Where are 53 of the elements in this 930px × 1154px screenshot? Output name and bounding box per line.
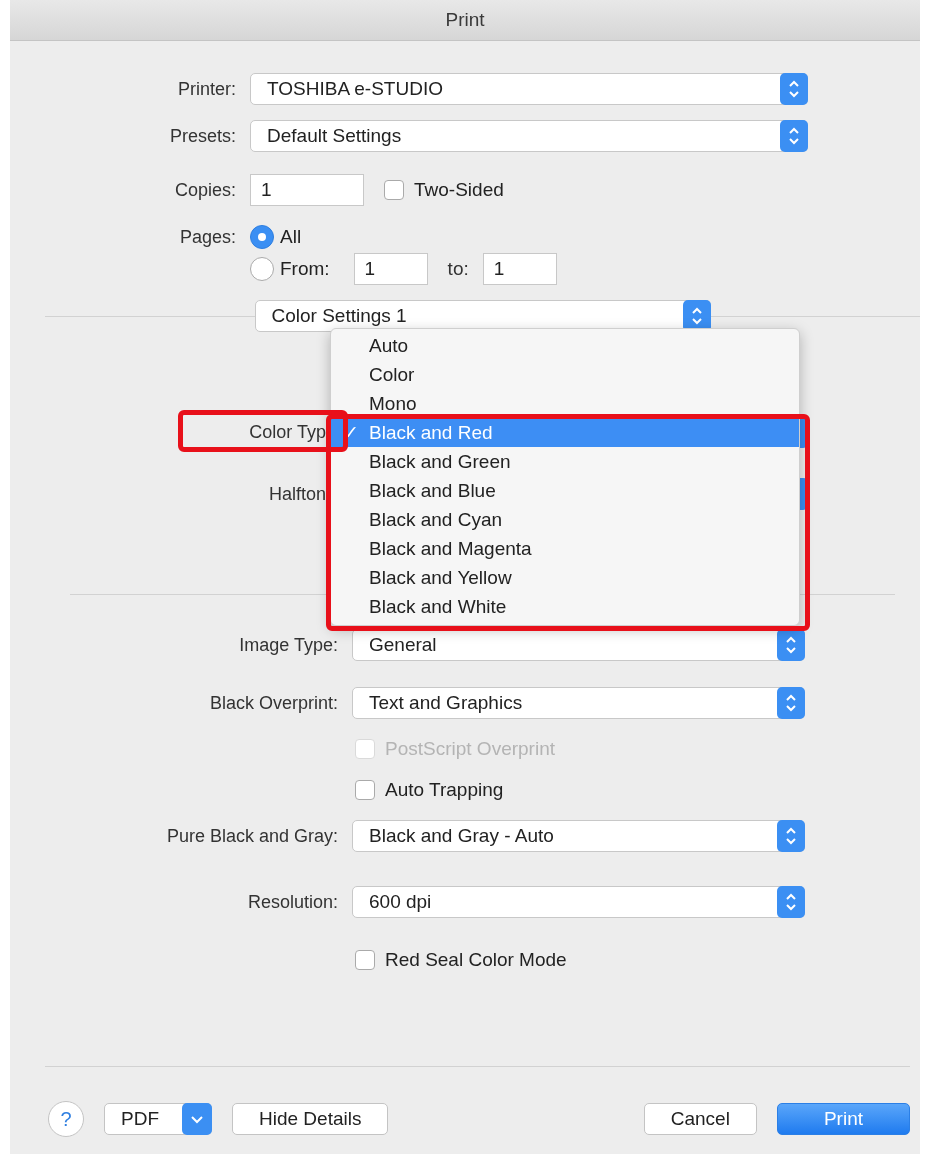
help-button[interactable]: ? [48, 1101, 84, 1137]
popup-button[interactable]: 600 dpi [352, 886, 805, 918]
dialog-button[interactable]: Hide Details [232, 1103, 389, 1135]
popup-button[interactable]: General [352, 629, 805, 661]
menu-item[interactable]: Mono [331, 389, 799, 418]
popup-button[interactable]: Color Settings 1 [254, 300, 711, 332]
checkbox[interactable] [384, 180, 404, 200]
stepper-icon [777, 687, 805, 719]
field-label: Pages: [178, 226, 237, 248]
menu-item[interactable]: Black and White [331, 592, 799, 621]
checkbox-label: PostScript Overprint [385, 738, 555, 760]
popup-button[interactable]: Default Settings [250, 120, 808, 152]
field-label: Copies: [173, 179, 237, 201]
menu-item[interactable]: Auto [331, 331, 799, 360]
checkbox[interactable] [355, 950, 375, 970]
field-label: Halfton [267, 483, 327, 505]
field-label: Pure Black and Gray: [165, 825, 339, 847]
copies-field[interactable]: 1 [250, 174, 364, 206]
from-field[interactable]: 1 [353, 253, 428, 285]
field-label: Presets: [168, 125, 237, 147]
popup-button[interactable]: TOSHIBA e-STUDIO [250, 73, 808, 105]
stepper-icon [777, 629, 805, 661]
stepper-icon [777, 886, 805, 918]
field-label: Image Type: [238, 634, 339, 656]
popup-button[interactable]: Black and Gray - Auto [352, 820, 805, 852]
stepper-icon [780, 73, 808, 105]
field-label: Color Typ [248, 421, 327, 443]
stepper-icon [777, 820, 805, 852]
menu-item[interactable]: Black and Blue [331, 476, 799, 505]
field-label: Black Overprint: [208, 692, 339, 714]
radio-label: From: [280, 258, 330, 280]
checkbox-label: Auto Trapping [385, 779, 504, 801]
field-label: Printer: [176, 78, 237, 100]
field-label: to: [447, 258, 469, 280]
checkbox-label: Two-Sided [414, 179, 504, 201]
caret-icon [182, 1103, 212, 1135]
menu-item[interactable]: Black and Cyan [331, 505, 799, 534]
menu-item[interactable]: Color [331, 360, 799, 389]
to-field[interactable]: 1 [482, 253, 557, 285]
radio-button[interactable] [250, 257, 274, 281]
radio-label: All [280, 226, 302, 248]
checkbox[interactable] [355, 780, 375, 800]
pdf-menu-button[interactable]: PDF [104, 1103, 212, 1135]
window-title: Print [445, 9, 485, 31]
dialog-button[interactable]: Cancel [643, 1103, 757, 1135]
stepper-icon [780, 120, 808, 152]
checkbox-label: Red Seal Color Mode [385, 949, 567, 971]
menu-item[interactable]: Black and Green [331, 447, 799, 476]
menu-item[interactable]: Black and Yellow [331, 563, 799, 592]
radio-button[interactable] [250, 225, 274, 249]
menu-item[interactable]: Black and Magenta [331, 534, 799, 563]
popup-button[interactable]: Text and Graphics [352, 687, 805, 719]
field-label: Resolution: [246, 891, 339, 913]
